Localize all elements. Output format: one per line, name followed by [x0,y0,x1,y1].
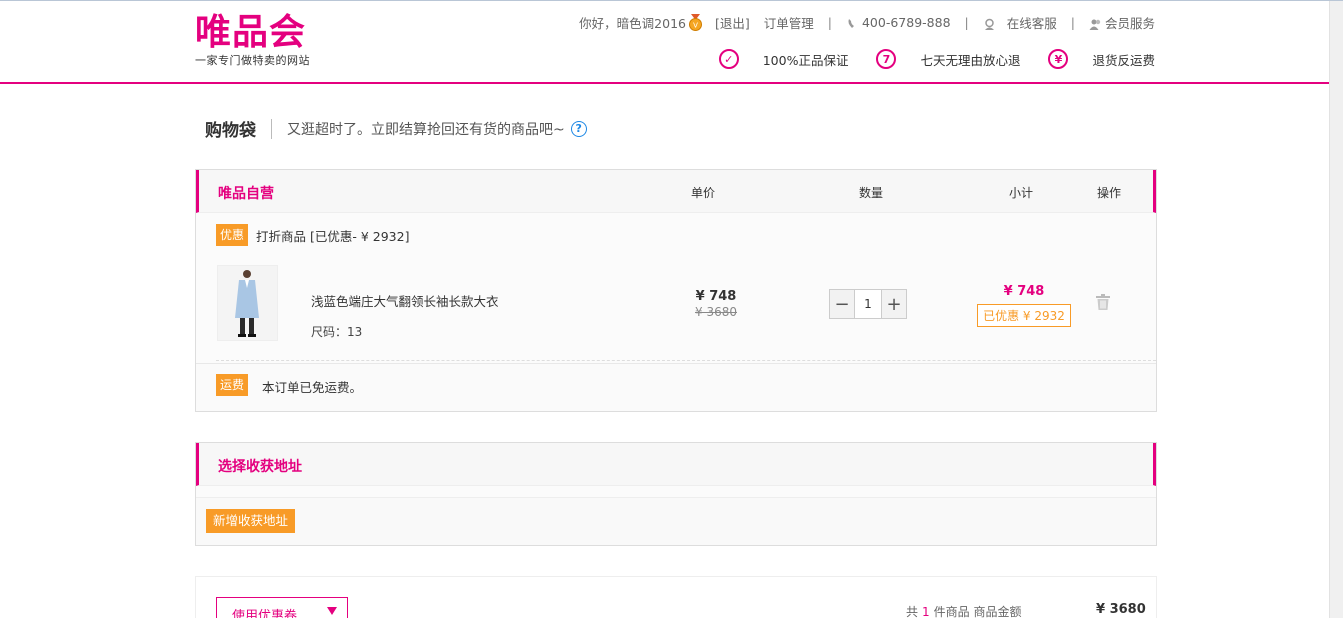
count-prefix: 共 [906,605,919,618]
col-qty: 数量 [859,186,884,200]
promise-return-label: 七天无理由放心退 [920,52,1021,68]
price-now: ¥ 748 [695,289,737,304]
svg-text:V: V [693,22,698,30]
phone-number: 400-6789-888 [861,15,951,30]
count-suffix: 件商品 商品金额 [933,605,1022,618]
cart-box: 唯品自营 单价 数量 小计 操作 优惠 打折商品 [已优惠- ¥ 2932] 浅… [195,169,1157,412]
price-original: ¥ 3680 [695,305,737,319]
title-divider [271,118,272,139]
shipping-tag: 运费 [216,374,249,396]
promise-genuine-label: 100%正品保证 [762,52,849,68]
promise-freight[interactable]: ¥ 退货反运费 [1048,49,1155,69]
saved-badge: 已优惠 ¥ 2932 [977,304,1071,327]
nav-separator: | [827,15,832,30]
coat-image [218,266,277,340]
logo[interactable]: 唯品会 一家专门做特卖的网站 [195,12,325,68]
username-link[interactable]: 暗色调2016 [617,13,686,32]
online-service-link[interactable]: 在线客服 [983,13,1057,32]
item-count: 共 1 件商品 商品金额 [906,603,1021,618]
phone-link[interactable]: 400-6789-888 [846,15,951,30]
cart-header: 唯品自营 单价 数量 小计 操作 [196,170,1156,213]
page-title: 购物袋 [205,121,256,141]
goods-total: ¥ 3680 [1096,602,1146,617]
promo-text: 打折商品 [已优惠- ¥ 2932] [256,228,410,244]
promise-freight-label: 退货反运费 [1092,52,1155,68]
item-subtotal: ¥ 748 已优惠 ¥ 2932 [974,284,1074,327]
trash-icon[interactable] [1096,294,1110,310]
subtotal-amount: ¥ 748 [1003,284,1045,299]
coupon-dropdown[interactable]: 使用优惠卷 [216,597,348,618]
quantity-stepper: − 1 + [829,289,907,319]
greeting: 你好， [579,16,617,31]
cart-item: 浅蓝色端庄大气翻领长袖长款大衣 尺码：13 ¥ 748 ¥ 3680 − 1 +… [216,264,1156,361]
product-image[interactable] [217,265,278,341]
quantity-input[interactable]: 1 [854,290,882,318]
col-action: 操作 [1097,186,1122,200]
logo-text: 唯品会 [195,12,307,53]
decrease-button[interactable]: − [830,290,854,318]
unit-price: ¥ 748 ¥ 3680 [686,289,746,319]
phone-icon [848,19,854,28]
product-name[interactable]: 浅蓝色端庄大气翻领长袖长款大衣 [311,291,499,310]
col-subtotal: 小计 [1009,186,1034,200]
promo-tag: 优惠 [216,224,249,246]
top-nav: 你好， 暗色调2016 V [退出] 订单管理 | 400-6789-888 |… [579,13,1155,32]
yen-circle-icon: ¥ [1048,49,1069,69]
address-actions: 新增收获地址 [196,497,1156,545]
coupon-label: 使用优惠卷 [232,609,298,618]
orders-link[interactable]: 订单管理 [764,13,814,32]
online-service-label: 在线客服 [1006,16,1057,31]
promise-return[interactable]: 7 七天无理由放心退 [876,49,1020,69]
shipping-text: 本订单已免运费。 [262,380,363,395]
shipping-row: 运费 本订单已免运费。 [196,363,1156,411]
member-service-label: 会员服务 [1104,16,1155,31]
increase-button[interactable]: + [882,290,906,318]
timeout-notice: 又逛超时了。立即结算抢回还有货的商品吧~ [287,121,565,138]
product-size: 尺码：13 [311,325,363,339]
count-number: 1 [922,605,930,618]
col-price: 单价 [691,186,716,200]
address-header: 选择收获地址 [196,443,1156,486]
add-address-button[interactable]: 新增收获地址 [206,509,296,533]
seller-name: 唯品自营 [218,186,274,202]
promise-genuine[interactable]: ✓ 100%正品保证 [718,49,849,69]
site-header: 唯品会 一家专门做特卖的网站 你好， 暗色调2016 V [退出] 订单管理 |… [0,1,1329,84]
logo-slogan: 一家专门做特卖的网站 [195,54,310,67]
users-icon [1089,19,1101,30]
caret-down-icon [327,607,337,615]
service-promises: ✓ 100%正品保证 7 七天无理由放心退 ¥ 退货反运费 [691,49,1155,69]
scrollbar[interactable] [1329,1,1343,618]
check-circle-icon: ✓ [718,49,739,69]
help-icon[interactable]: ? [570,120,587,137]
headset-icon [984,18,994,30]
medal-icon: V [688,14,702,31]
address-title: 选择收获地址 [218,459,302,475]
page-heading: 购物袋 又逛超时了。立即结算抢回还有货的商品吧~ ? [205,116,587,141]
promo-row: 优惠 打折商品 [已优惠- ¥ 2932] [216,224,409,246]
address-box: 选择收获地址 新增收获地址 [195,442,1157,546]
member-service-link[interactable]: 会员服务 [1089,13,1155,32]
logout-link[interactable]: [退出] [715,13,750,32]
seven-day-icon: 7 [876,49,897,69]
nav-separator: | [1070,15,1075,30]
order-summary: 使用优惠卷 共 1 件商品 商品金额 ¥ 3680 [195,576,1157,618]
nav-separator: | [964,15,969,30]
